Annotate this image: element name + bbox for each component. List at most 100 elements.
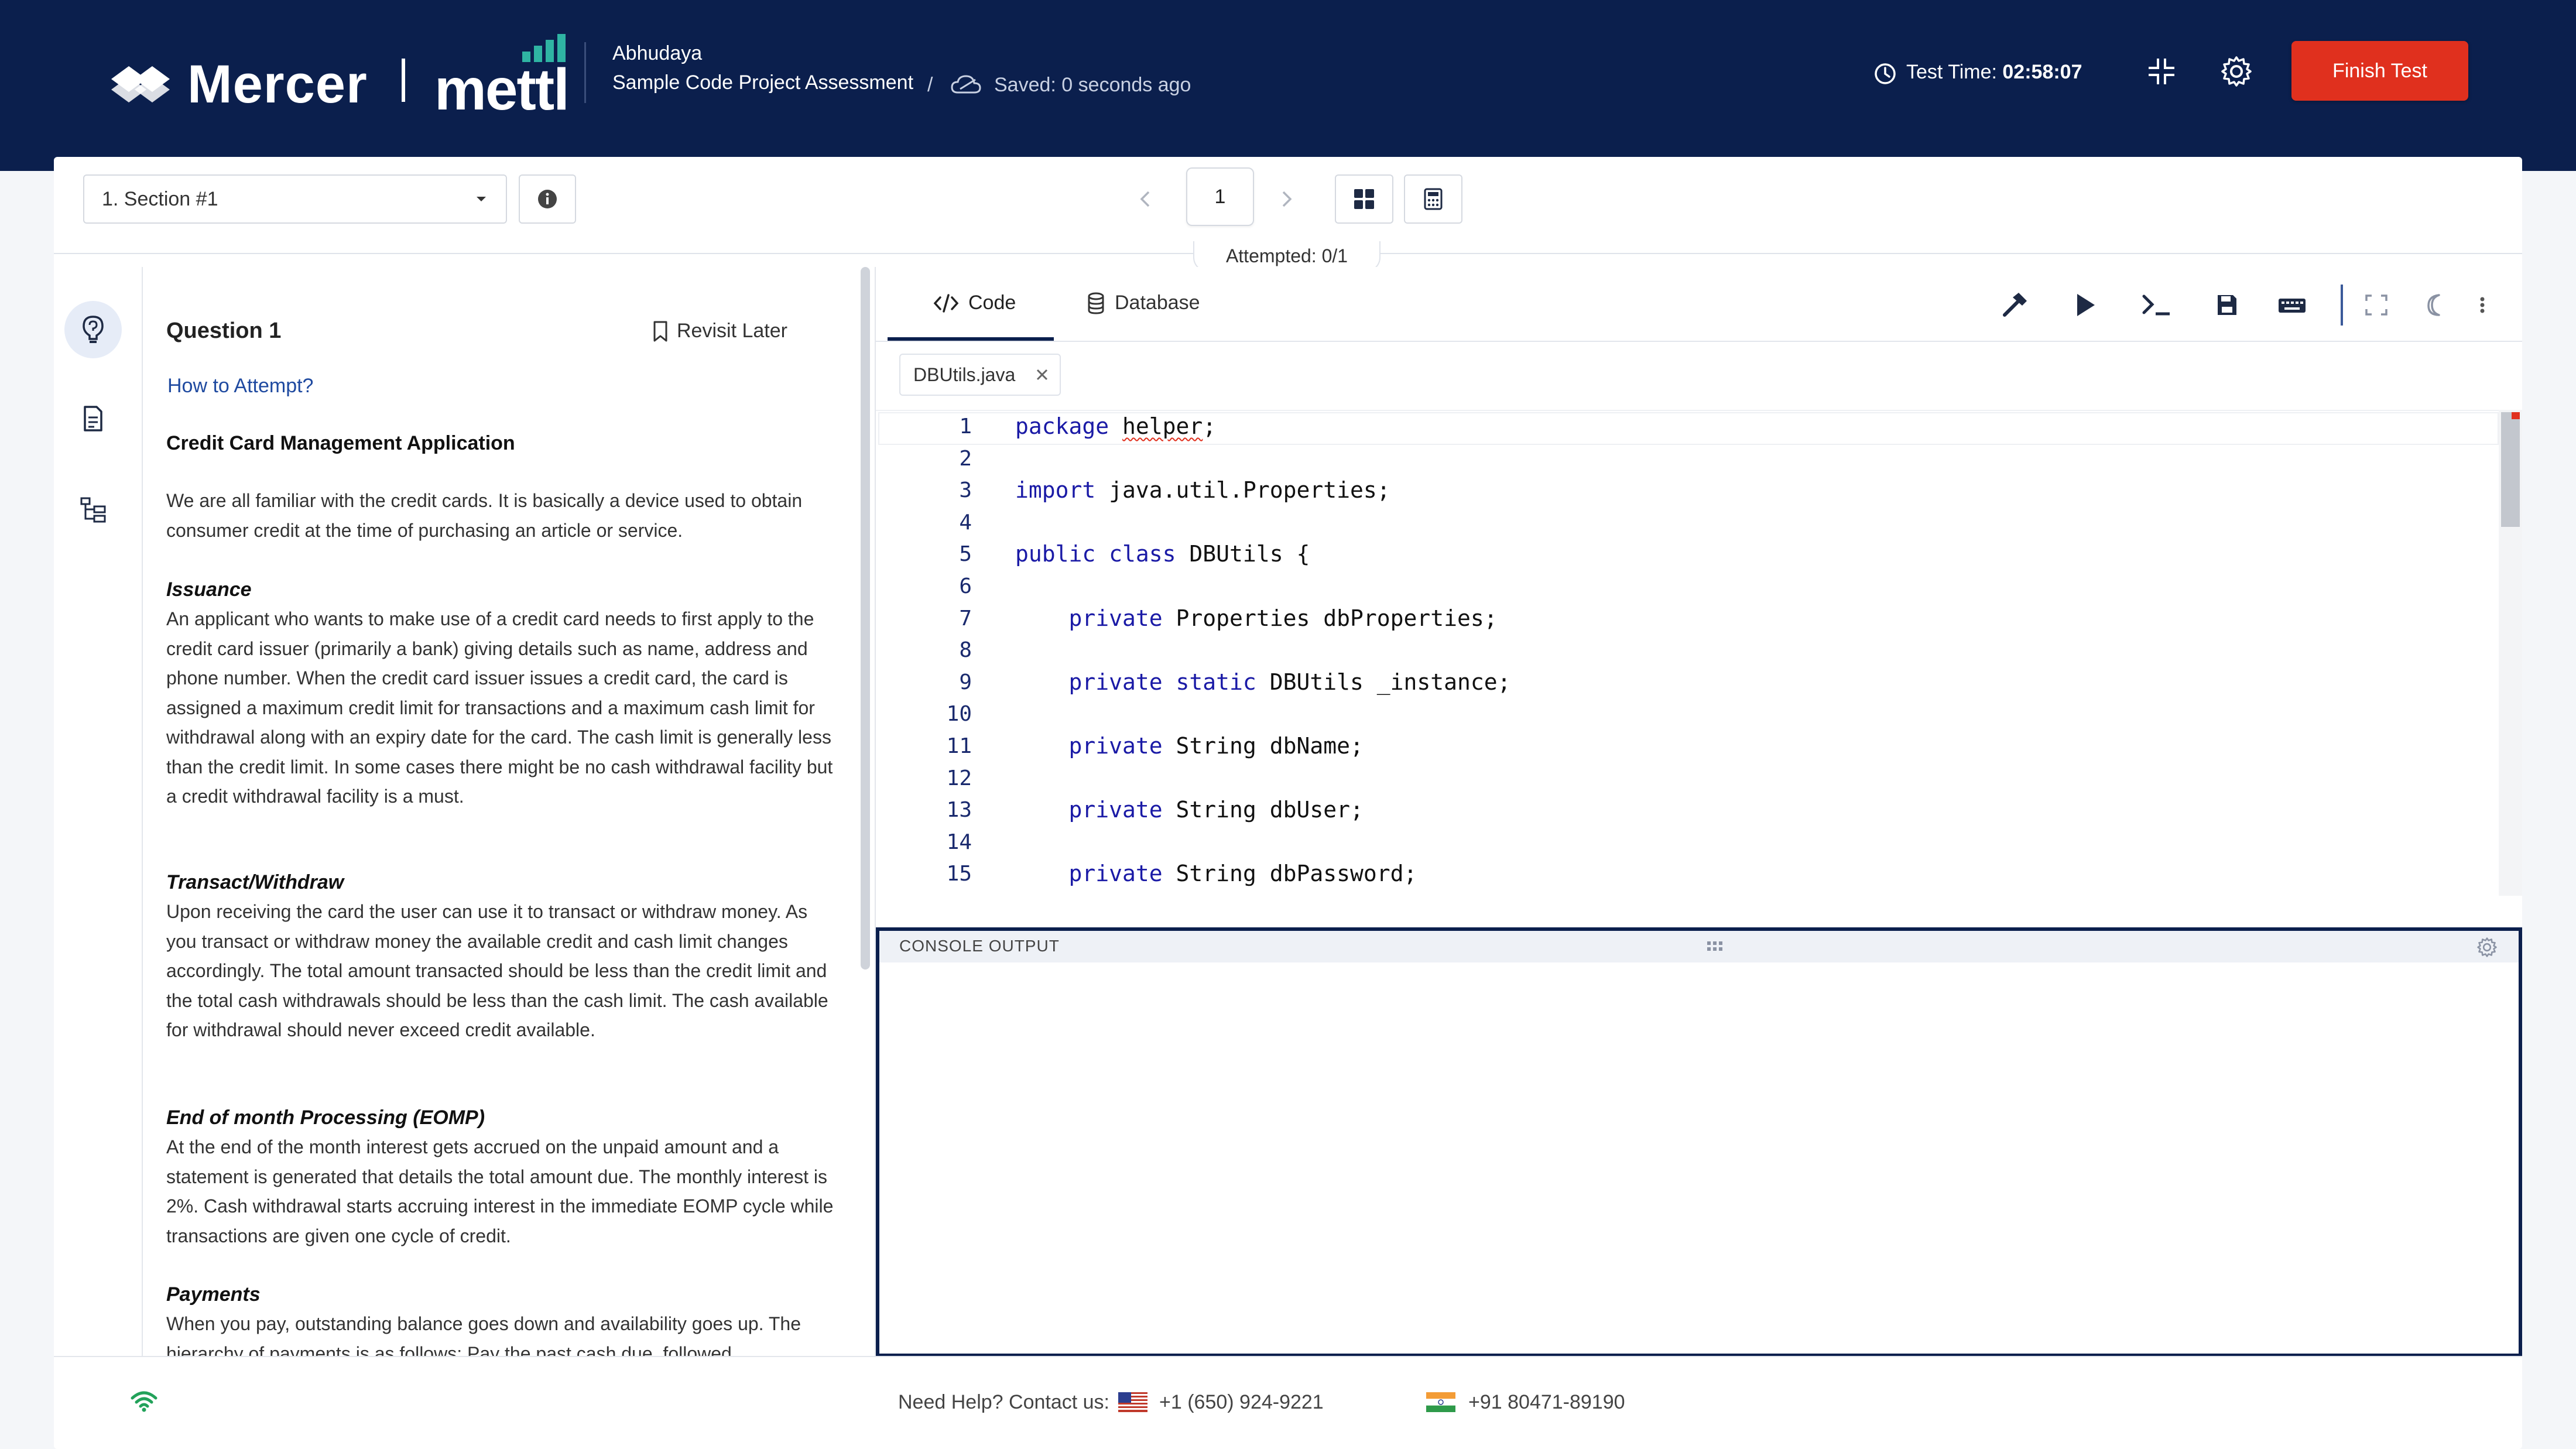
line-number: 9 [959, 670, 972, 694]
code-line: private String dbPassword; [1015, 861, 1417, 886]
code-text: DBUtils _instance; [1256, 669, 1511, 695]
finish-test-button[interactable]: Finish Test [2291, 41, 2468, 101]
exit-fullscreen-icon[interactable] [2146, 56, 2177, 87]
tab-code[interactable]: Code [933, 292, 1016, 314]
line-number: 1 [959, 415, 972, 439]
code-line: private static DBUtils _instance; [1015, 669, 1511, 695]
how-to-attempt-link[interactable]: How to Attempt? [167, 375, 313, 398]
section-body-issuance: An applicant who wants to make use of a … [166, 608, 833, 807]
top-header [0, 0, 2576, 171]
line-number: 11 [946, 734, 972, 758]
revisit-later-button[interactable]: Revisit Later [652, 320, 787, 342]
tab-database[interactable]: Database [1087, 292, 1200, 314]
console-title: CONSOLE OUTPUT [899, 937, 1060, 955]
mercer-logo-icon [111, 66, 170, 102]
code-text: Properties dbProperties; [1162, 605, 1498, 631]
payments-section-clip: Payments When you pay, outstanding balan… [144, 1282, 858, 1356]
info-icon [538, 190, 557, 208]
section-body-payments: When you pay, outstanding balance goes d… [166, 1313, 801, 1356]
console-settings-icon[interactable] [2476, 937, 2498, 958]
code-line: private String dbUser; [1015, 797, 1364, 823]
code-tail: ; [1203, 413, 1217, 439]
code-text: String dbName; [1162, 733, 1364, 759]
code-text: DBUtils { [1176, 541, 1310, 567]
mercer-wordmark: Mercer [187, 54, 368, 114]
line-number: 12 [946, 766, 972, 790]
code-scrollbar-thumb[interactable] [2501, 412, 2520, 527]
previous-question-button[interactable] [1138, 189, 1152, 210]
test-timer: Test Time: 02:58:07 [1906, 61, 2082, 84]
code-keyword: private [1015, 797, 1163, 823]
fullscreen-icon[interactable] [2363, 290, 2390, 320]
code-text: java.util.Properties; [1095, 477, 1390, 503]
chevron-right-icon [1282, 191, 1292, 207]
build-hammer-icon[interactable] [2000, 290, 2029, 320]
drag-handle-icon[interactable] [1706, 940, 1727, 952]
question-grid-button[interactable] [1335, 174, 1393, 224]
console-header [879, 931, 2519, 962]
header-divider [584, 42, 586, 103]
close-file-icon[interactable] [1034, 366, 1050, 383]
assessment-name: Sample Code Project Assessment [612, 71, 914, 94]
section-title-eomp: End of month Processing (EOMP) [166, 1107, 485, 1129]
code-keyword: private static [1015, 669, 1256, 695]
problem-intro: We are all familiar with the credit card… [166, 490, 803, 541]
section-title-payments: Payments [166, 1283, 261, 1306]
line-number: 15 [946, 862, 972, 886]
phone-us[interactable]: +1 (650) 924-9221 [1159, 1391, 1324, 1414]
document-button[interactable] [64, 390, 122, 447]
code-line: private Properties dbProperties; [1015, 605, 1498, 631]
section-body-transact: Upon receiving the card the user can use… [166, 901, 828, 1040]
settings-gear-icon[interactable] [2220, 55, 2253, 88]
section-dropdown[interactable]: 1. Section #1 [83, 174, 507, 224]
us-flag-icon [1118, 1392, 1147, 1412]
brand-divider [402, 59, 405, 102]
phone-india[interactable]: +91 80471-89190 [1468, 1391, 1625, 1414]
file-tree-button[interactable] [64, 481, 122, 539]
question-number-input[interactable]: 1 [1186, 167, 1254, 226]
line-number: 10 [946, 702, 972, 727]
test-time-label: Test Time: [1906, 61, 1997, 83]
next-question-button[interactable] [1280, 189, 1294, 210]
save-icon[interactable] [2215, 290, 2239, 320]
question-hint-button[interactable] [64, 301, 122, 358]
keyboard-icon[interactable] [2276, 290, 2308, 320]
code-error-token: helper [1122, 413, 1203, 439]
section-dropdown-value: 1. Section #1 [102, 187, 218, 210]
section-title-issuance: Issuance [166, 578, 252, 601]
question-scrollbar[interactable] [861, 267, 870, 970]
code-keyword: public class [1015, 541, 1176, 567]
question-title: Question 1 [166, 318, 282, 343]
code-keyword: package [1015, 413, 1109, 439]
error-marker [2512, 412, 2520, 419]
code-line: import java.util.Properties; [1015, 477, 1390, 503]
calculator-button[interactable] [1404, 174, 1462, 224]
line-number: 8 [959, 638, 972, 663]
code-keyword: import [1015, 477, 1096, 503]
terminal-icon[interactable] [2140, 290, 2173, 320]
mercer-logo: Mercer [105, 54, 368, 115]
saved-status: Saved: 0 seconds ago [994, 74, 1191, 96]
file-tree-icon [80, 497, 106, 523]
active-tab-indicator [888, 337, 1054, 341]
footer-divider [54, 1356, 2522, 1357]
mettl-wordmark: mettl [434, 57, 570, 122]
section-info-button[interactable] [519, 174, 576, 224]
cloud-saved-icon [950, 71, 982, 97]
code-keyword: private [1015, 733, 1163, 759]
revisit-later-label: Revisit Later [677, 320, 787, 342]
more-options-icon[interactable] [2475, 290, 2489, 320]
calculator-icon [1424, 188, 1443, 210]
mettl-logo: mettl [434, 34, 570, 122]
wifi-connection-icon [130, 1390, 158, 1413]
line-number: 13 [946, 798, 972, 823]
section-body-eomp: At the end of the month interest gets ac… [166, 1136, 834, 1246]
code-line: package helper; [1015, 413, 1216, 439]
dark-mode-moon-icon[interactable] [2421, 290, 2447, 320]
line-number: 14 [946, 830, 972, 854]
editor-toolbar-divider [2341, 285, 2343, 326]
tab-database-label: Database [1115, 292, 1200, 314]
run-play-icon[interactable] [2071, 290, 2098, 320]
help-text: Need Help? Contact us: [898, 1391, 1109, 1413]
